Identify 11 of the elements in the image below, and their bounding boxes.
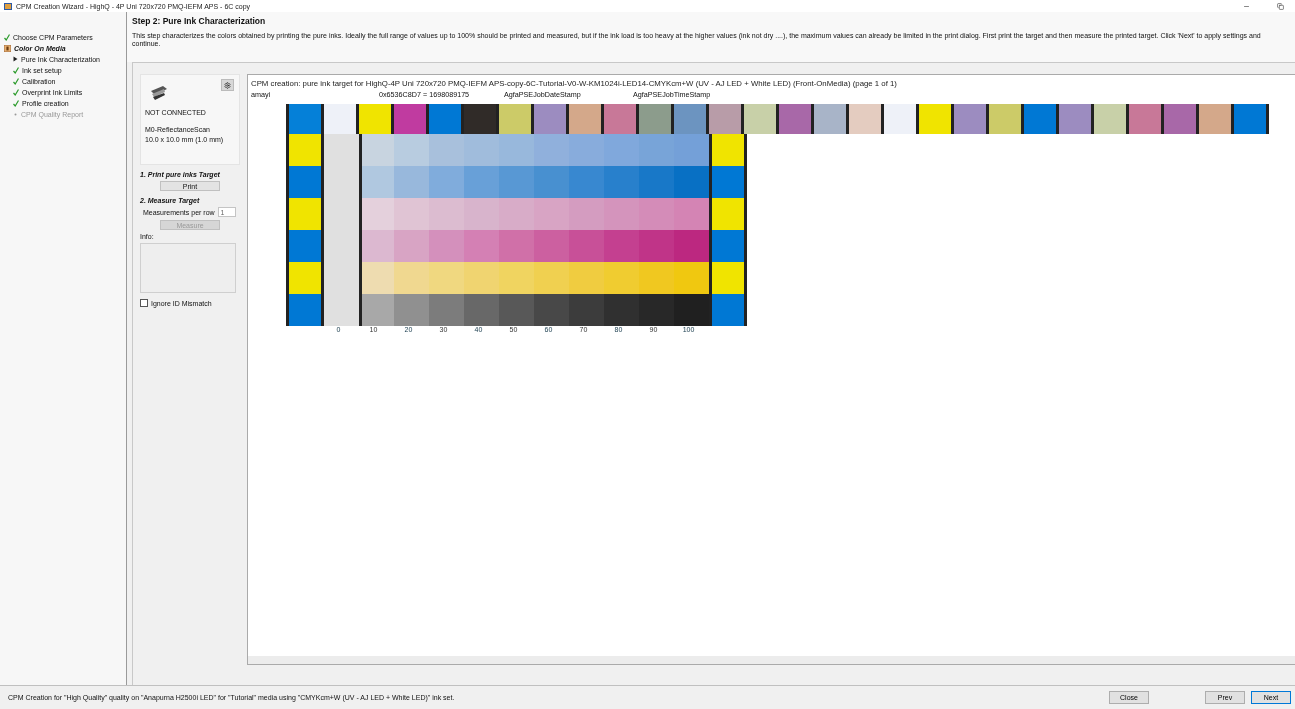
settings-button[interactable] (221, 79, 234, 91)
triangle-icon (13, 56, 18, 62)
folder-icon (4, 44, 11, 52)
scroll-bar[interactable] (248, 656, 1295, 664)
step-title: Step 2: Pure Ink Characterization (132, 16, 267, 26)
printer-icon (149, 83, 169, 101)
checkbox[interactable] (140, 299, 148, 307)
bullet-icon (13, 111, 18, 117)
check-icon (4, 33, 10, 41)
info-field[interactable] (140, 243, 236, 293)
app-icon (4, 2, 12, 10)
